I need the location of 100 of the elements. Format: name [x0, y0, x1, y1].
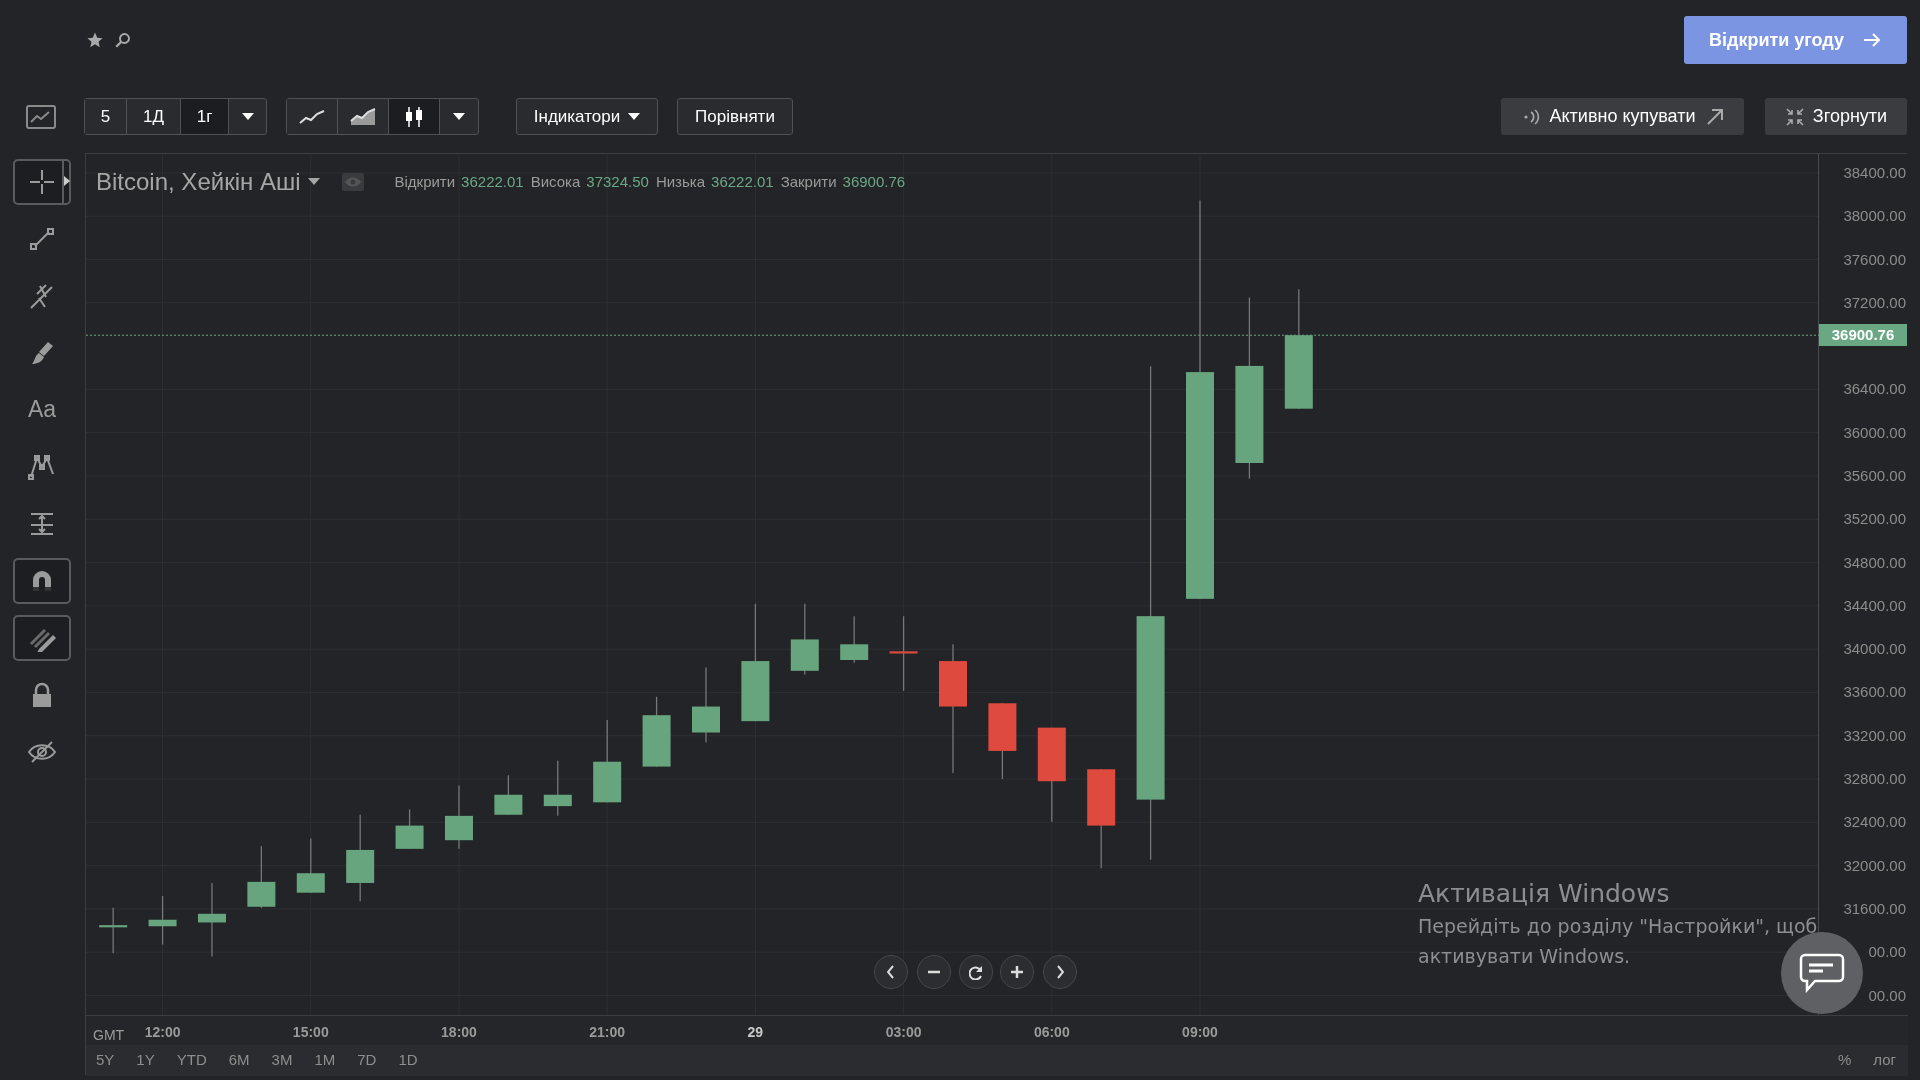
time-label: 09:00 [1181, 1023, 1219, 1042]
pitchfork-icon [28, 281, 56, 310]
chart-nav-button[interactable] [1000, 955, 1034, 989]
time-label: 29 [746, 1023, 765, 1042]
ohlc-value: 36222.01 [461, 171, 524, 192]
zoom-in-icon [1010, 965, 1024, 979]
ohlc-label: Закрити [780, 171, 837, 192]
caret-icon [308, 178, 321, 186]
candlestick [840, 615, 869, 664]
time-label: 18:00 [440, 1023, 478, 1042]
hidden-eye-icon [27, 739, 57, 764]
reset-icon [969, 964, 983, 980]
chart-type-button[interactable] [389, 99, 440, 134]
collapse-icon [1784, 106, 1805, 127]
axis-label: 34400.00 [1842, 596, 1906, 615]
ohlc-value: 36222.01 [711, 171, 774, 192]
chart-nav-button[interactable] [917, 955, 951, 989]
range-button[interactable]: 1Y [136, 1049, 155, 1072]
ohlc-label: Відкрити [394, 171, 456, 192]
candlestick [494, 774, 523, 816]
tool-button[interactable] [13, 614, 71, 661]
range-button[interactable]: 1M [314, 1049, 336, 1072]
axis-label: 00.00 [1867, 986, 1906, 1005]
axis-label: 38400.00 [1842, 163, 1906, 182]
pattern-icon [27, 452, 57, 481]
interval-tab[interactable]: 5 [85, 99, 127, 134]
candlestick [148, 895, 177, 946]
lock-icon [30, 681, 54, 708]
interval-tab[interactable]: 1г [181, 99, 229, 134]
chat-icon [1799, 952, 1845, 994]
indicators-dropdown[interactable]: Індикатори [516, 98, 658, 135]
axis-label: 36400.00 [1842, 380, 1906, 399]
axis-label: 36000.00 [1842, 423, 1906, 442]
axis-label: 32400.00 [1842, 813, 1906, 832]
caret-icon [628, 112, 641, 121]
axis-label: 34000.00 [1842, 640, 1906, 659]
candlestick [296, 837, 325, 894]
axis-label: 32000.00 [1842, 856, 1906, 875]
time-label: 06:00 [1032, 1023, 1071, 1042]
area-chart-icon [350, 107, 376, 126]
axis-label: 31600.00 [1842, 899, 1906, 918]
candlestick [395, 808, 424, 850]
collapse-button[interactable]: Згорнути [1765, 98, 1907, 135]
axis-label: 37200.00 [1842, 293, 1906, 312]
compare-button[interactable]: Порівняти [677, 98, 793, 135]
price-badge: 36900.76 [1819, 324, 1907, 347]
zoom-out-icon [927, 970, 941, 974]
axis-label: 35600.00 [1842, 467, 1906, 485]
axis-label: 33200.00 [1842, 726, 1906, 745]
candlestick [543, 760, 572, 817]
ohlc-label: Низька [655, 171, 706, 192]
candlestick [642, 696, 671, 768]
axis-label: 33600.00 [1842, 683, 1906, 702]
axis-label: 34800.00 [1842, 553, 1906, 572]
symbol-dropdown[interactable]: Bitcoin, Хейкін Аші [96, 164, 321, 200]
axis-label: 38000.00 [1842, 207, 1906, 226]
text-tool-button[interactable]: Aa [13, 386, 71, 433]
previous-icon [887, 965, 895, 979]
expand-arrow-icon [64, 175, 70, 186]
arrow-up-right-icon [1705, 107, 1724, 126]
time-label: 12:00 [143, 1023, 182, 1042]
ohlc-label: Висока [530, 171, 581, 192]
search-icon[interactable] [114, 31, 132, 49]
active-buy-button[interactable]: Активно купувати [1501, 98, 1744, 135]
time-label: 15:00 [291, 1023, 330, 1042]
range-button[interactable]: 3M [271, 1049, 293, 1072]
next-icon [1056, 965, 1064, 979]
axis-label: 35200.00 [1842, 510, 1906, 529]
star-icon[interactable] [86, 31, 104, 49]
candlestick [247, 845, 276, 909]
chart-type-button[interactable] [287, 99, 338, 134]
range-button[interactable]: YTD [176, 1049, 207, 1072]
time-label: 03:00 [884, 1023, 923, 1042]
time-label: 21:00 [588, 1023, 627, 1042]
axis-label: 37600.00 [1842, 250, 1906, 269]
candlestick-icon [404, 105, 424, 128]
chart-nav-button[interactable] [959, 955, 993, 989]
activation-title: Активація Windows [1418, 878, 1671, 910]
candlestick [445, 784, 473, 850]
caret-icon [241, 112, 254, 121]
ohlc-value: 37324.50 [586, 171, 649, 192]
tool-button[interactable] [13, 158, 71, 205]
chart-nav-button[interactable] [874, 955, 908, 989]
axis-label: 32800.00 [1842, 770, 1906, 789]
crosshair-icon [28, 167, 56, 196]
chart-icon[interactable] [26, 104, 56, 129]
range-button[interactable]: 1D [398, 1049, 418, 1072]
percent-toggle[interactable]: % [1837, 1049, 1852, 1072]
candlestick [99, 907, 128, 954]
caret-icon [453, 112, 465, 121]
open-deal-button[interactable]: Відкрити угоду [1684, 16, 1907, 64]
axis-label: 00.00 [1867, 943, 1906, 962]
range-button[interactable]: 5Y [96, 1049, 115, 1072]
chart-nav-button[interactable] [1043, 955, 1077, 989]
range-button[interactable]: 6M [228, 1049, 250, 1072]
tool-button[interactable] [13, 557, 71, 604]
activation-message: Перейдіть до розділу "Настройки", щоб активувати Windows. [1418, 914, 1818, 969]
log-toggle[interactable]: лог [1873, 1049, 1896, 1072]
range-button[interactable]: 7D [357, 1049, 377, 1072]
line-chart-icon [299, 108, 325, 125]
